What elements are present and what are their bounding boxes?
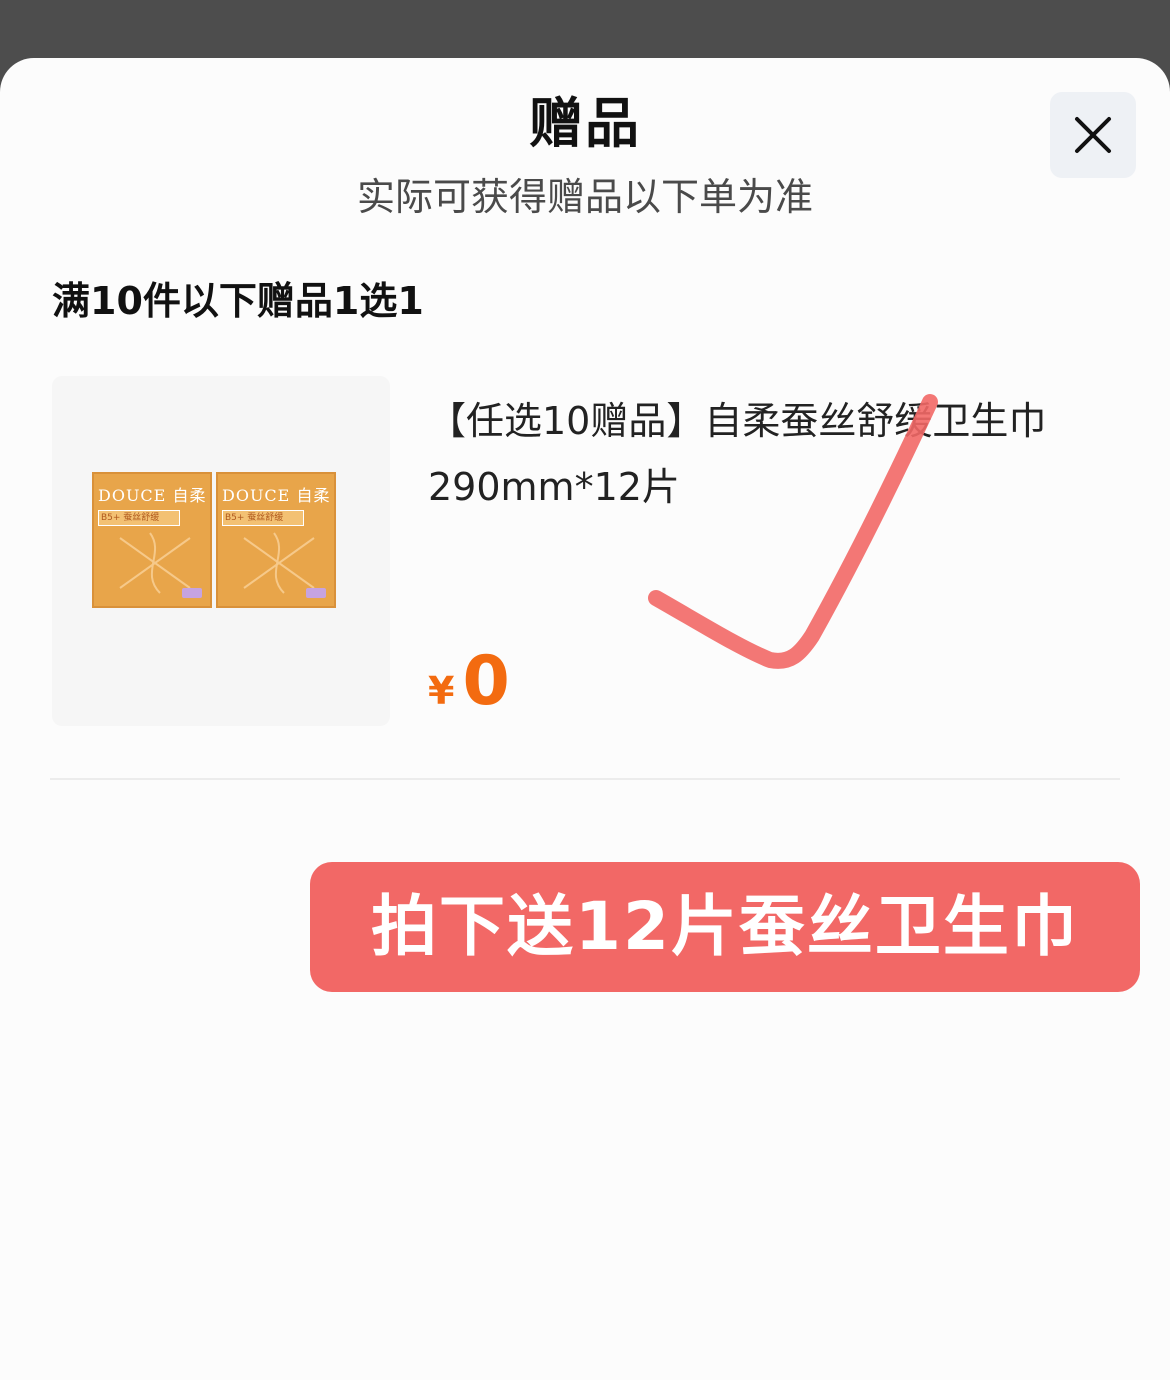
gift-sheet: 赠品 实际可获得赠品以下单为准 满10件以下赠品1选1 DOUCE 自柔 B5+…	[0, 58, 1170, 1380]
checkmark-icon	[648, 394, 938, 669]
promo-banner: 拍下送12片蚕丝卫生巾	[310, 862, 1140, 992]
